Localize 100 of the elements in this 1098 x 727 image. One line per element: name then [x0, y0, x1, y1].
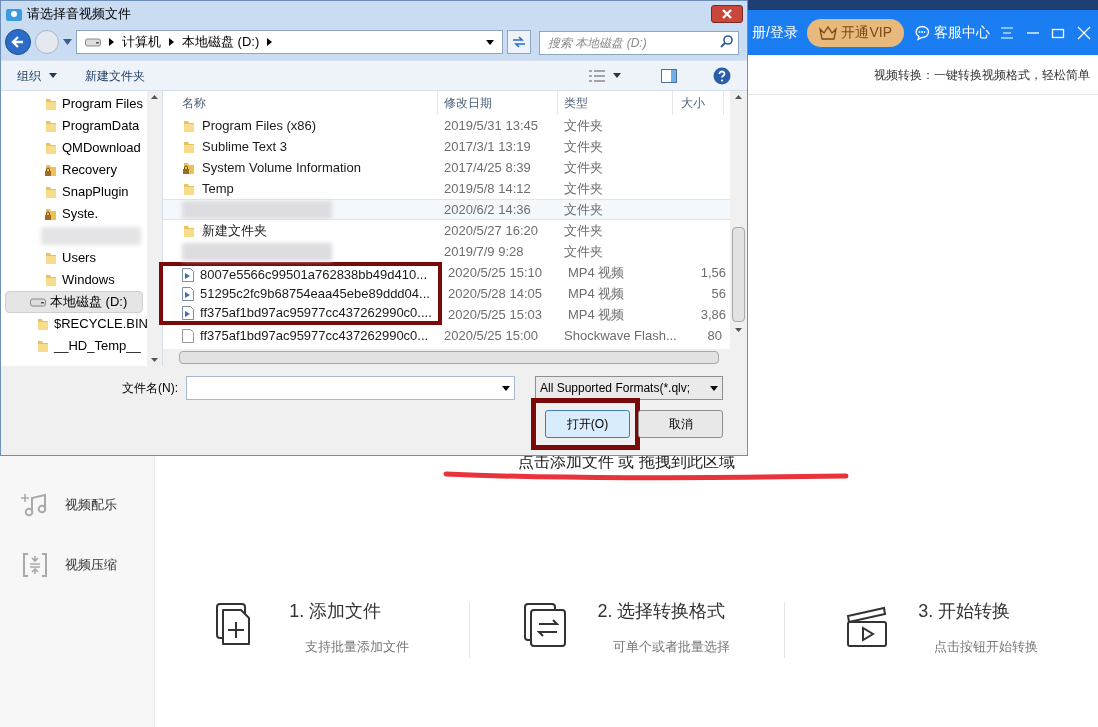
locked-folder-icon — [44, 207, 58, 221]
step-subtitle: 点击按钮开始转换 — [933, 638, 1039, 656]
folder-icon — [44, 141, 58, 155]
folder-icon — [182, 139, 196, 154]
compress-icon — [21, 552, 49, 578]
folder-icon — [44, 273, 58, 287]
video-file-icon — [182, 267, 194, 282]
preview-pane-icon[interactable] — [661, 68, 677, 83]
refresh-icon — [512, 36, 526, 48]
locked-folder-icon — [44, 163, 58, 177]
folder-icon — [36, 317, 50, 331]
file-date: 2019/7/9 9:28 — [444, 243, 524, 259]
scroll-up-icon[interactable] — [735, 95, 742, 99]
folder-icon — [44, 185, 58, 199]
file-date: 2019/5/31 13:45 — [444, 117, 538, 133]
search-field[interactable]: 搜索 本地磁盘 (D:) — [539, 31, 739, 55]
dialog-button[interactable]: 取消 — [638, 410, 723, 438]
breadcrumb-item[interactable]: 计算机 — [122, 32, 161, 52]
step-title: 2. 选择转换格式 — [597, 600, 726, 623]
horizontal-scrollbar[interactable] — [163, 349, 747, 366]
file-type: Shockwave Flash... — [564, 327, 677, 343]
vip-button[interactable]: 开通VIP — [807, 18, 905, 47]
scroll-up-icon[interactable] — [151, 95, 158, 99]
close-icon[interactable] — [1075, 24, 1092, 41]
file-type: MP4 视频 — [568, 285, 625, 301]
caret-icon — [49, 73, 57, 78]
folder-icon — [182, 223, 196, 238]
chevron-icon — [267, 38, 273, 46]
address-bar[interactable]: 计算机 本地磁盘 (D:) — [76, 30, 503, 54]
sidebar-item[interactable]: 视频压缩 — [0, 535, 154, 595]
app-icon — [5, 6, 23, 22]
chat-bubble-icon — [913, 24, 930, 41]
file-size: 1,56 — [700, 263, 726, 282]
file-row[interactable]: 2020/6/2 14:36 文件夹 — [163, 199, 730, 220]
music-note-icon — [21, 492, 49, 518]
file-name: Temp — [202, 179, 234, 198]
folder-icon — [44, 251, 58, 265]
step-subtitle: 支持批量添加文件 — [304, 638, 410, 656]
video-file-icon — [182, 305, 194, 320]
folder-icon — [182, 118, 196, 133]
folder-icon — [36, 339, 50, 353]
toolbar-button[interactable]: 组织 — [17, 66, 57, 85]
filename-field[interactable] — [186, 376, 515, 400]
dialog-title: 请选择音视频文件 — [27, 5, 132, 24]
file-name: ff375af1bd97ac95977cc437262990c0... — [200, 326, 429, 345]
file-name: System Volume Information — [202, 158, 361, 177]
file-type: 文件夹 — [564, 243, 603, 259]
help-icon[interactable] — [713, 66, 731, 85]
file-type: 文件夹 — [564, 180, 603, 196]
file-date: 2020/5/28 14:05 — [448, 285, 542, 301]
service-button[interactable]: 客服中心 — [913, 22, 990, 43]
sidebar-item[interactable]: 视频配乐 — [0, 475, 154, 535]
folder-icon — [44, 119, 58, 133]
step-title: 1. 添加文件 — [289, 600, 382, 623]
file-date: 2019/5/8 14:12 — [444, 180, 531, 196]
scroll-down-icon[interactable] — [735, 328, 742, 332]
file-name: Sublime Text 3 — [202, 137, 288, 156]
file-name: Program Files (x86) — [202, 116, 317, 135]
file-date: 2020/5/27 16:20 — [444, 222, 538, 238]
filename-label: 文件名(N): — [122, 380, 178, 397]
file-size: 56 — [711, 284, 726, 303]
file-size: 3,86 — [700, 305, 726, 324]
scrollbar[interactable] — [730, 91, 747, 350]
scrollbar[interactable] — [147, 91, 162, 366]
file-type: 文件夹 — [564, 201, 603, 217]
drive-icon — [30, 297, 46, 307]
file-date: 2017/4/25 8:39 — [444, 159, 531, 175]
locked-folder-icon — [182, 160, 196, 175]
drive-icon — [85, 37, 101, 47]
close-button[interactable] — [711, 5, 743, 23]
file-type: 文件夹 — [564, 117, 603, 133]
file-icon — [182, 328, 194, 343]
login-link[interactable]: 册/登录 — [752, 22, 798, 43]
file-type: MP4 视频 — [568, 306, 625, 322]
toolbar-button[interactable]: 新建文件夹 — [85, 66, 145, 85]
back-button[interactable] — [5, 29, 31, 55]
file-type-dropdown[interactable]: All Supported Formats(*.qlv; — [535, 376, 723, 400]
scroll-down-icon[interactable] — [151, 358, 158, 362]
chevron-icon — [169, 38, 174, 46]
breadcrumb-item[interactable]: 本地磁盘 (D:) — [182, 32, 260, 52]
view-menu-icon[interactable] — [589, 69, 621, 82]
caret-icon — [710, 385, 718, 391]
close-icon — [722, 9, 732, 19]
folder-icon — [182, 181, 196, 196]
file-type: 文件夹 — [564, 138, 603, 154]
file-size: 80 — [707, 326, 722, 345]
dialog-button[interactable]: 打开(O) — [545, 410, 630, 438]
file-date: 2020/5/25 15:10 — [448, 264, 542, 280]
file-date: 2020/5/25 15:00 — [444, 327, 538, 343]
back-arrow-icon — [11, 35, 25, 49]
video-file-icon — [182, 286, 194, 301]
file-name: ff375af1bd97ac95977cc437262990c0.... — [200, 303, 432, 322]
file-date: 2020/5/25 15:03 — [448, 306, 542, 322]
tree-item[interactable]: 本地磁盘 (D:) — [5, 291, 143, 313]
search-icon — [720, 35, 733, 48]
refresh-button[interactable] — [507, 30, 531, 54]
caret-icon[interactable] — [502, 385, 510, 391]
folder-icon — [44, 97, 58, 111]
file-type: 文件夹 — [564, 222, 603, 238]
file-type: 文件夹 — [564, 159, 603, 175]
